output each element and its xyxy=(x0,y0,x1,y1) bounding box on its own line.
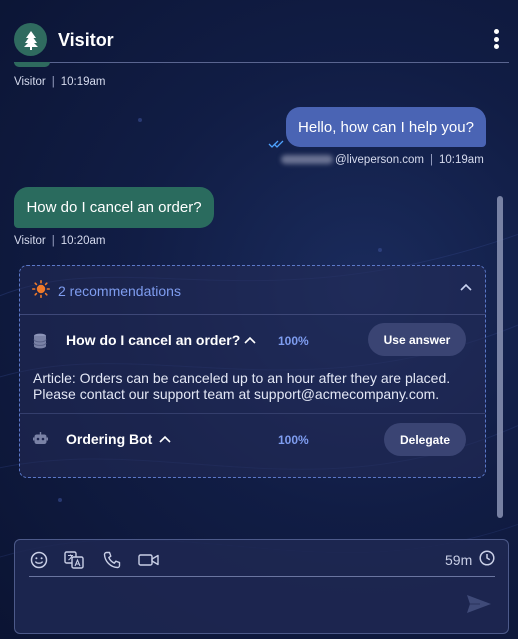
conversation-timer: 59m xyxy=(445,552,473,568)
recommendations-header[interactable]: 2 recommendations xyxy=(20,266,485,314)
chevron-up-icon[interactable] xyxy=(244,336,256,344)
article-snippet: Article: Orders can be canceled up to an… xyxy=(33,370,451,402)
kebab-menu-icon[interactable] xyxy=(490,29,502,49)
emoji-icon[interactable] xyxy=(28,550,50,570)
video-icon[interactable] xyxy=(138,550,160,570)
message-time: 10:19am xyxy=(60,76,106,88)
message-time: 10:20am xyxy=(60,235,106,247)
phone-icon[interactable] xyxy=(101,550,123,570)
message-meta: @liveperson.com | 10:19am xyxy=(281,154,484,166)
message-sender: Visitor xyxy=(14,235,46,247)
bot-icon xyxy=(33,432,48,444)
header-divider xyxy=(14,62,509,63)
translate-icon[interactable] xyxy=(63,550,85,570)
message-meta: Visitor | 10:19am xyxy=(14,76,106,88)
recommendations-panel: 2 recommendations How do I cancel an ord… xyxy=(19,265,486,478)
redacted-username xyxy=(281,155,333,165)
recommendation-item: Ordering Bot 100% Delegate xyxy=(20,414,485,466)
use-answer-button[interactable]: Use answer xyxy=(368,323,466,356)
send-icon[interactable] xyxy=(466,594,492,614)
message-text: How do I cancel an order? xyxy=(26,199,202,216)
delegate-button[interactable]: Delegate xyxy=(384,423,466,456)
page-title: Visitor xyxy=(58,30,114,50)
chevron-up-icon[interactable] xyxy=(159,435,171,443)
chevron-up-icon[interactable] xyxy=(460,283,472,291)
message-sender: Visitor xyxy=(14,76,46,88)
sun-icon xyxy=(32,280,50,298)
database-icon xyxy=(33,333,47,349)
agent-message-bubble: Hello, how can I help you? xyxy=(286,107,486,147)
clock-icon xyxy=(479,550,495,566)
confidence-score: 100% xyxy=(278,334,309,348)
chat-header: Visitor xyxy=(0,0,518,62)
pine-tree-icon xyxy=(23,30,38,50)
message-text: Hello, how can I help you? xyxy=(298,118,474,136)
message-sender-domain: @liveperson.com xyxy=(335,154,425,166)
message-input[interactable] xyxy=(29,584,459,624)
composer-divider xyxy=(29,576,495,577)
scrollbar[interactable] xyxy=(497,196,503,518)
recommendations-title: 2 recommendations xyxy=(58,283,181,299)
visitor-message-bubble: How do I cancel an order? xyxy=(14,187,214,228)
confidence-score: 100% xyxy=(278,433,309,447)
message-composer: 59m xyxy=(14,539,509,634)
message-meta: Visitor | 10:20am xyxy=(14,235,106,247)
read-double-check-icon xyxy=(268,140,284,148)
recommendation-title: Ordering Bot xyxy=(66,431,153,447)
message-time: 10:19am xyxy=(439,154,484,166)
visitor-avatar xyxy=(14,23,47,56)
recommendation-title: How do I cancel an order? xyxy=(66,332,241,348)
visitor-message-bubble-partial xyxy=(14,62,50,67)
